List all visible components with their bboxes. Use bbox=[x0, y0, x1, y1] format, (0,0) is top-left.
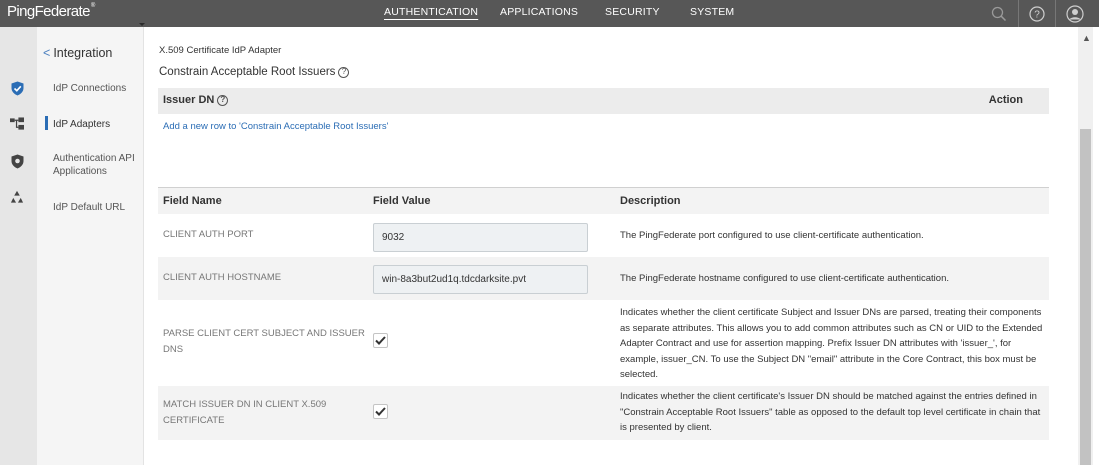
nav-authentication[interactable]: AUTHENTICATION bbox=[384, 0, 478, 27]
shield-icon[interactable] bbox=[10, 154, 24, 168]
action-header: Action bbox=[988, 94, 1023, 106]
leftnav-item-idp-default-url[interactable]: IdP Default URL bbox=[53, 201, 125, 214]
match-issuer-dn-checkbox[interactable] bbox=[373, 404, 388, 419]
vertical-scrollbar[interactable]: ▲ bbox=[1078, 27, 1093, 465]
add-row-link[interactable]: Add a new row to 'Constrain Acceptable R… bbox=[163, 121, 388, 132]
top-divider bbox=[1018, 0, 1019, 27]
help-icon[interactable]: ? bbox=[1024, 0, 1050, 27]
checkmark-icon bbox=[375, 336, 386, 345]
table-row: PARSE CLIENT CERT SUBJECT AND ISSUER DNS… bbox=[158, 300, 1049, 386]
nav-applications[interactable]: APPLICATIONS bbox=[500, 0, 578, 27]
scroll-thumb[interactable] bbox=[1080, 129, 1091, 465]
leftnav-item-idp-adapters[interactable]: IdP Adapters bbox=[53, 118, 110, 131]
field-name: CLIENT AUTH HOSTNAME bbox=[163, 272, 282, 283]
field-description: Indicates whether the client certificate… bbox=[620, 307, 1043, 380]
breadcrumb: X.509 Certificate IdP Adapter bbox=[159, 45, 282, 56]
leftnav-item-auth-api-applications[interactable]: Authentication API Applications bbox=[53, 152, 143, 178]
back-to-integration[interactable]: < Integration bbox=[43, 46, 112, 60]
client-auth-hostname-input[interactable]: win-8a3but2ud1q.tdcdarksite.pvt bbox=[373, 265, 588, 294]
nav-caret-icon bbox=[139, 23, 145, 26]
section-title: Constrain Acceptable Root Issuers? bbox=[159, 66, 350, 78]
field-name: CLIENT AUTH PORT bbox=[163, 229, 254, 240]
icon-rail bbox=[0, 27, 37, 465]
search-icon[interactable] bbox=[986, 0, 1012, 27]
left-nav: < Integration IdP Connections IdP Adapter… bbox=[37, 27, 144, 465]
connections-icon[interactable] bbox=[10, 117, 24, 131]
active-indicator bbox=[45, 116, 48, 130]
fields-table-header: Field Name Field Value Description bbox=[158, 187, 1049, 214]
table-row: MATCH ISSUER DN IN CLIENT X.509 CERTIFIC… bbox=[158, 386, 1049, 440]
field-description: The PingFederate hostname configured to … bbox=[620, 273, 949, 284]
field-name: PARSE CLIENT CERT SUBJECT AND ISSUER DNS bbox=[163, 328, 365, 355]
help-icon-glyph: ? bbox=[1034, 9, 1040, 20]
issuer-table-header: Issuer DN? Action bbox=[158, 88, 1049, 114]
field-name: MATCH ISSUER DN IN CLIENT X.509 CERTIFIC… bbox=[163, 399, 327, 426]
help-icon[interactable]: ? bbox=[217, 94, 229, 106]
back-label: Integration bbox=[53, 46, 113, 60]
section-title-text: Constrain Acceptable Root Issuers bbox=[159, 66, 336, 78]
logo-registered-mark: ® bbox=[90, 3, 95, 9]
field-value-header: Field Value bbox=[373, 195, 431, 207]
field-description: The PingFederate port configured to use … bbox=[620, 230, 924, 241]
top-bar: PingFederate® AUTHENTICATION APPLICATION… bbox=[0, 0, 1099, 27]
app-logo[interactable]: PingFederate® bbox=[7, 3, 95, 20]
table-row: CLIENT AUTH PORT 9032 The PingFederate p… bbox=[158, 214, 1049, 257]
help-icon[interactable]: ? bbox=[338, 66, 350, 78]
parse-client-cert-checkbox[interactable] bbox=[373, 333, 388, 348]
scroll-up-arrow-icon[interactable]: ▲ bbox=[1082, 33, 1091, 43]
field-description: Indicates whether the client certificate… bbox=[620, 391, 1041, 433]
user-icon[interactable] bbox=[1062, 0, 1088, 27]
issuer-dn-label: Issuer DN bbox=[163, 94, 215, 106]
table-row: CLIENT AUTH HOSTNAME win-8a3but2ud1q.tdc… bbox=[158, 257, 1049, 300]
chevron-left-icon: < bbox=[43, 46, 51, 60]
app-logo-text: PingFederate bbox=[7, 3, 90, 20]
field-name-header: Field Name bbox=[163, 195, 222, 207]
shield-check-icon[interactable] bbox=[10, 81, 24, 95]
recycle-icon[interactable] bbox=[10, 190, 24, 204]
issuer-dn-header: Issuer DN? bbox=[163, 94, 229, 106]
checkmark-icon bbox=[375, 407, 386, 416]
description-header: Description bbox=[620, 195, 681, 207]
leftnav-item-idp-connections[interactable]: IdP Connections bbox=[53, 82, 126, 95]
nav-security[interactable]: SECURITY bbox=[605, 0, 660, 27]
top-divider bbox=[1055, 0, 1056, 27]
nav-system[interactable]: SYSTEM bbox=[690, 0, 734, 27]
client-auth-port-input[interactable]: 9032 bbox=[373, 223, 588, 252]
